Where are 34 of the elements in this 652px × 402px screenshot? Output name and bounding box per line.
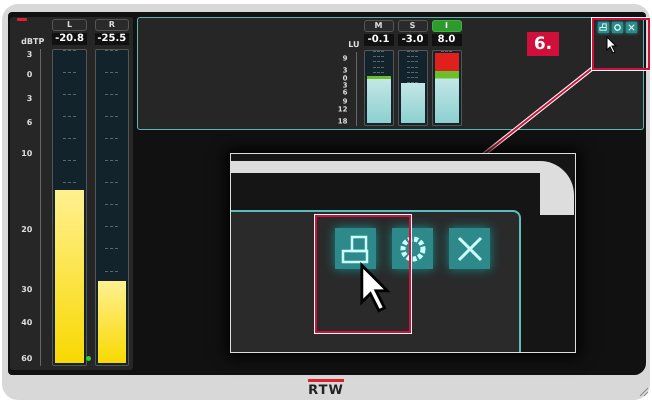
scale-label: 3 [26,51,32,60]
meter-reading: -0.1 [364,34,394,46]
scale-label: 60 [21,355,32,364]
meter-reading: -20.8 [52,33,87,45]
meter-reading: -3.0 [398,34,428,46]
scale-label: 10 [21,150,32,158]
close-button[interactable] [626,22,637,33]
cursor-icon [606,36,618,54]
settings-icon [392,228,433,269]
unit-label: dBTP [20,37,44,48]
scale-label: 30 [21,286,32,294]
meter-reading: 8.0 [432,34,462,46]
indicator-icon [17,18,27,21]
close-icon [449,228,490,269]
settings-button[interactable] [612,22,623,33]
channel-tab[interactable]: I [432,20,462,32]
resize-grip-icon [637,385,649,397]
scale-label: 40 [21,319,32,328]
channel-label: R [94,19,129,31]
scale-label: 0 [26,70,32,79]
unit-label: LU [347,40,360,51]
cursor-icon [359,262,393,314]
channel-tab[interactable]: S [398,20,428,32]
scale-label: 3 [26,94,32,103]
detach-button[interactable] [598,22,609,33]
step-number: 6. [527,32,559,56]
channel-tab[interactable]: M [364,20,394,32]
status-dot-icon [86,356,91,361]
scale-label: 20 [21,226,32,234]
channel-label: L [52,19,87,31]
scale-label: 6 [26,118,32,127]
logo: RTW [308,379,344,400]
detach-icon [335,228,376,269]
meter-reading: -25.5 [94,33,129,45]
